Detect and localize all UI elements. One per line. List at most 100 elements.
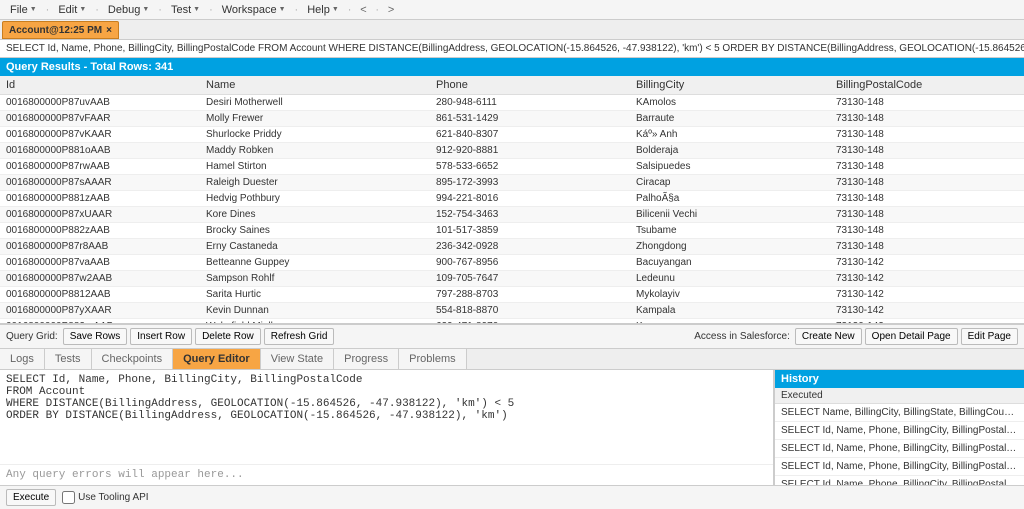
execute-button[interactable]: Execute — [6, 489, 56, 506]
menu-help[interactable]: Help ▼ — [303, 3, 343, 17]
cell-name[interactable]: Molly Frewer — [200, 111, 430, 127]
cell-id[interactable]: 0016800000P882zAAB — [0, 223, 200, 239]
table-row[interactable]: 0016800000P87vaAABBetteanne Guppey900-76… — [0, 255, 1024, 271]
table-row[interactable]: 0016800000P87yXAARKevin Dunnan554-818-88… — [0, 303, 1024, 319]
col-phone[interactable]: Phone — [430, 76, 630, 95]
cell-name[interactable]: Erny Castaneda — [200, 239, 430, 255]
cell-id[interactable]: 0016800000P87xUAAR — [0, 207, 200, 223]
cell-id[interactable]: 0016800000P87w2AAB — [0, 271, 200, 287]
menu-test[interactable]: Test ▼ — [167, 3, 204, 17]
col-city[interactable]: BillingCity — [630, 76, 830, 95]
menu-edit[interactable]: Edit ▼ — [54, 3, 90, 17]
table-row[interactable]: 0016800000P87uvAABDesiri Motherwell280-9… — [0, 95, 1024, 111]
cell-zip[interactable]: 73130-148 — [830, 111, 1024, 127]
cell-phone[interactable]: 912-920-8881 — [430, 143, 630, 159]
create-new-button[interactable]: Create New — [795, 328, 862, 345]
tab-checkpoints[interactable]: Checkpoints — [92, 349, 174, 369]
col-zip[interactable]: BillingPostalCode — [830, 76, 1024, 95]
cell-id[interactable]: 0016800000P881oAAB — [0, 143, 200, 159]
cell-phone[interactable]: 621-840-8307 — [430, 127, 630, 143]
cell-id[interactable]: 0016800000P87sAAAR — [0, 175, 200, 191]
cell-phone[interactable]: 236-342-0928 — [430, 239, 630, 255]
cell-phone[interactable]: 109-705-7647 — [430, 271, 630, 287]
tab-problems[interactable]: Problems — [399, 349, 466, 369]
cell-name[interactable]: Desiri Motherwell — [200, 95, 430, 111]
table-row[interactable]: 0016800000P882zAABBrocky Saines101-517-3… — [0, 223, 1024, 239]
cell-zip[interactable]: 73130-148 — [830, 143, 1024, 159]
cell-zip[interactable]: 73130-148 — [830, 223, 1024, 239]
save-rows-button[interactable]: Save Rows — [63, 328, 128, 345]
table-row[interactable]: 0016800000P87rwAABHamel Stirton578-533-6… — [0, 159, 1024, 175]
cell-city[interactable]: Bacuyangan — [630, 255, 830, 271]
cell-zip[interactable]: 73130-142 — [830, 255, 1024, 271]
cell-zip[interactable]: 73130-148 — [830, 175, 1024, 191]
insert-row-button[interactable]: Insert Row — [130, 328, 192, 345]
cell-city[interactable]: Salsipuedes — [630, 159, 830, 175]
cell-city[interactable]: Bilicenii Vechi — [630, 207, 830, 223]
cell-phone[interactable]: 578-533-6652 — [430, 159, 630, 175]
cell-id[interactable]: 0016800000P881zAAB — [0, 191, 200, 207]
cell-city[interactable]: Mykolayiv — [630, 287, 830, 303]
cell-city[interactable]: PalhoÃ§a — [630, 191, 830, 207]
cell-phone[interactable]: 152-754-3463 — [430, 207, 630, 223]
cell-name[interactable]: Maddy Robken — [200, 143, 430, 159]
cell-id[interactable]: 0016800000P87rwAAB — [0, 159, 200, 175]
tab-progress[interactable]: Progress — [334, 349, 399, 369]
cell-zip[interactable]: 73130-142 — [830, 271, 1024, 287]
tooling-api-checkbox[interactable] — [62, 491, 75, 504]
delete-row-button[interactable]: Delete Row — [195, 328, 261, 345]
tooling-api-option[interactable]: Use Tooling API — [62, 491, 148, 504]
cell-phone[interactable]: 994-221-8016 — [430, 191, 630, 207]
tab-query-editor[interactable]: Query Editor — [173, 349, 261, 369]
cell-phone[interactable]: 895-172-3993 — [430, 175, 630, 191]
menu-file[interactable]: File ▼ — [6, 3, 41, 17]
cell-phone[interactable]: 101-517-3859 — [430, 223, 630, 239]
cell-phone[interactable]: 900-767-8956 — [430, 255, 630, 271]
table-row[interactable]: 0016800000P87vKAARShurlocke Priddy621-84… — [0, 127, 1024, 143]
cell-zip[interactable]: 73130-148 — [830, 239, 1024, 255]
cell-name[interactable]: Brocky Saines — [200, 223, 430, 239]
table-row[interactable]: 0016800000P87r8AABErny Castaneda236-342-… — [0, 239, 1024, 255]
cell-zip[interactable]: 73130-142 — [830, 287, 1024, 303]
col-name[interactable]: Name — [200, 76, 430, 95]
table-row[interactable]: 0016800000P881oAABMaddy Robken912-920-88… — [0, 143, 1024, 159]
cell-phone[interactable]: 861-531-1429 — [430, 111, 630, 127]
cell-name[interactable]: Kevin Dunnan — [200, 303, 430, 319]
cell-id[interactable]: 0016800000P8812AAB — [0, 287, 200, 303]
query-results-grid[interactable]: Id Name Phone BillingCity BillingPostalC… — [0, 76, 1024, 324]
cell-name[interactable]: Kore Dines — [200, 207, 430, 223]
refresh-grid-button[interactable]: Refresh Grid — [264, 328, 335, 345]
cell-city[interactable]: Tsubame — [630, 223, 830, 239]
table-row[interactable]: 0016800000P87w2AABSampson Rohlf109-705-7… — [0, 271, 1024, 287]
sql-editor[interactable]: SELECT Id, Name, Phone, BillingCity, Bil… — [0, 370, 773, 464]
cell-zip[interactable]: 73130-148 — [830, 95, 1024, 111]
cell-name[interactable]: Hamel Stirton — [200, 159, 430, 175]
history-item[interactable]: SELECT Name, BillingCity, BillingState, … — [775, 404, 1024, 422]
open-detail-page-button[interactable]: Open Detail Page — [865, 328, 958, 345]
cell-zip[interactable]: 73130-148 — [830, 191, 1024, 207]
cell-name[interactable]: Raleigh Duester — [200, 175, 430, 191]
history-item[interactable]: SELECT Id, Name, Phone, BillingCity, Bil… — [775, 458, 1024, 476]
cell-city[interactable]: Barraute — [630, 111, 830, 127]
cell-id[interactable]: 0016800000P87r8AAB — [0, 239, 200, 255]
tab-view-state[interactable]: View State — [261, 349, 334, 369]
cell-phone[interactable]: 280-948-6111 — [430, 95, 630, 111]
cell-id[interactable]: 0016800000P87vaAAB — [0, 255, 200, 271]
cell-city[interactable]: Bolderaja — [630, 143, 830, 159]
cell-name[interactable]: Sampson Rohlf — [200, 271, 430, 287]
cell-city[interactable]: Kampala — [630, 303, 830, 319]
close-icon[interactable]: × — [106, 25, 112, 36]
tab-logs[interactable]: Logs — [0, 349, 45, 369]
cell-phone[interactable]: 554-818-8870 — [430, 303, 630, 319]
history-item[interactable]: SELECT Id, Name, Phone, BillingCity, Bil… — [775, 440, 1024, 458]
cell-id[interactable]: 0016800000P87vFAAR — [0, 111, 200, 127]
cell-id[interactable]: 0016800000P87vKAAR — [0, 127, 200, 143]
history-item[interactable]: SELECT Id, Name, Phone, BillingCity, Bil… — [775, 476, 1024, 485]
history-item[interactable]: SELECT Id, Name, Phone, BillingCity, Bil… — [775, 422, 1024, 440]
cell-name[interactable]: Betteanne Guppey — [200, 255, 430, 271]
cell-city[interactable]: KAmolos — [630, 95, 830, 111]
cell-name[interactable]: Shurlocke Priddy — [200, 127, 430, 143]
file-tab-account[interactable]: Account@12:25 PM × — [2, 21, 119, 39]
cell-zip[interactable]: 73130-142 — [830, 303, 1024, 319]
menu-debug[interactable]: Debug ▼ — [104, 3, 153, 17]
